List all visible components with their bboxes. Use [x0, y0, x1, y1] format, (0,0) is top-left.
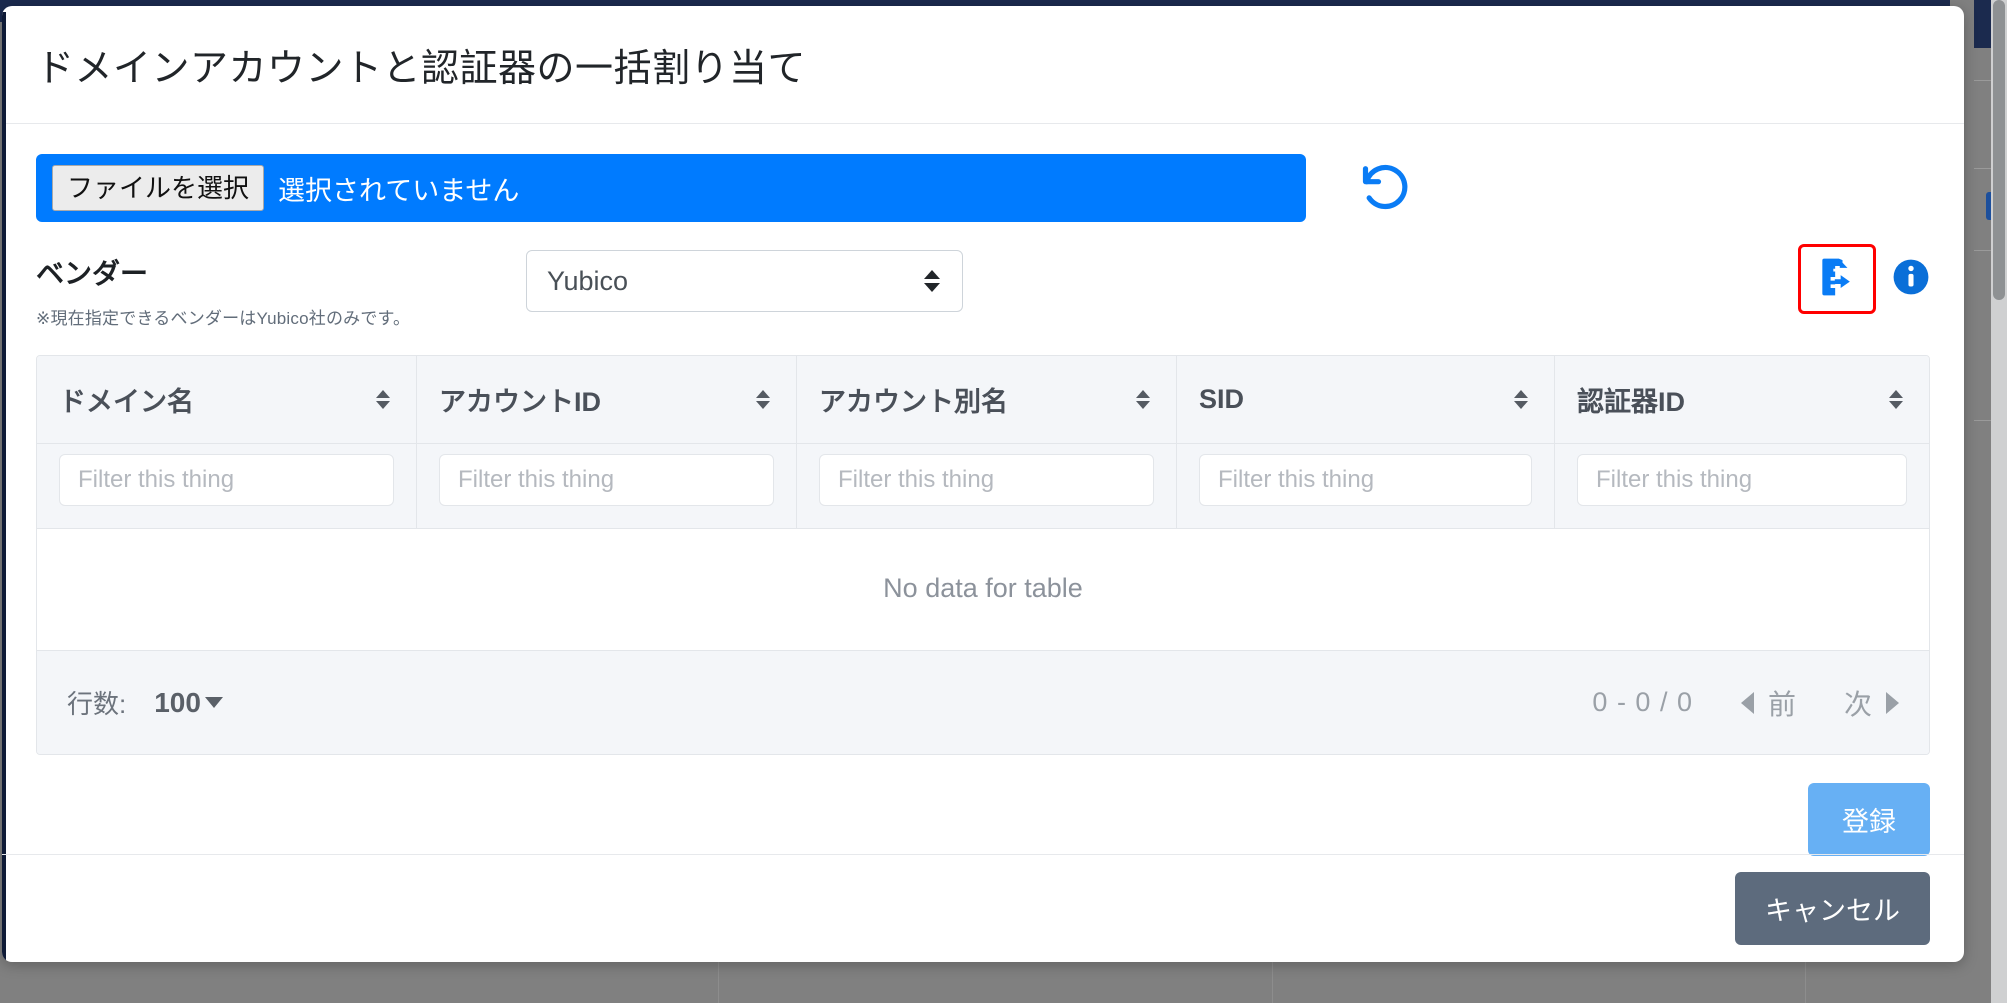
pagination-prev-label: 前 — [1767, 688, 1796, 720]
chevron-right-icon — [1886, 691, 1899, 714]
filter-cell-domain — [37, 444, 417, 528]
table-footer: 行数: 100 0 - 0 / 0 前 次 — [37, 650, 1929, 754]
info-button[interactable] — [1892, 258, 1930, 301]
chevron-down-icon — [204, 697, 223, 708]
rows-per-page-value: 100 — [154, 686, 201, 718]
column-header-label: アカウント別名 — [819, 387, 1008, 417]
file-export-icon — [1815, 255, 1859, 304]
vendor-label-group: ベンダー ※現在指定できるベンダーはYubico社のみです。 — [36, 248, 526, 329]
pagination-prev-button[interactable]: 前 — [1740, 683, 1796, 723]
choose-file-button[interactable]: ファイルを選択 — [52, 164, 265, 212]
pagination-range: 0 - 0 / 0 — [1592, 687, 1693, 717]
bulk-assignment-modal: ドメインアカウントと認証器の一括割り当て ファイルを選択 選択されていません ベ… — [2, 6, 1964, 962]
table-header-row: ドメイン名 アカウントID アカウント別名 SID 認証器ID — [37, 356, 1929, 443]
column-header-label: SID — [1199, 384, 1245, 414]
filter-cell-account-alias — [797, 444, 1177, 528]
reset-button[interactable] — [1352, 155, 1418, 221]
background-column-divider — [1805, 962, 1806, 1003]
background-column-divider — [718, 962, 719, 1003]
submit-row: 登録 — [36, 783, 1930, 856]
filter-input-sid[interactable] — [1199, 454, 1532, 506]
modal-body: ファイルを選択 選択されていません ベンダー ※現在指定できるベンダーはYubi… — [2, 124, 1964, 856]
column-header-domain[interactable]: ドメイン名 — [37, 356, 417, 443]
pagination-next-button[interactable]: 次 — [1844, 683, 1899, 723]
vendor-note: ※現在指定できるベンダーはYubico社のみです。 — [36, 309, 411, 328]
rows-per-page: 行数: 100 — [67, 684, 223, 721]
modal-footer: キャンセル — [2, 854, 1964, 962]
file-status-text: 選択されていません — [278, 175, 520, 206]
column-header-label: ドメイン名 — [59, 387, 194, 417]
filter-input-authenticator-id[interactable] — [1577, 454, 1907, 506]
table-empty-message: No data for table — [37, 528, 1929, 650]
file-upload-row: ファイルを選択 選択されていません — [36, 154, 1930, 222]
vendor-select[interactable]: Yubico — [526, 250, 963, 312]
export-template-button[interactable] — [1798, 244, 1876, 314]
column-header-account-alias[interactable]: アカウント別名 — [797, 356, 1177, 443]
column-header-label: アカウントID — [439, 387, 601, 417]
sort-icon[interactable] — [1889, 390, 1903, 409]
info-circle-icon — [1892, 258, 1930, 301]
sort-icon[interactable] — [1136, 390, 1150, 409]
pagination-next-label: 次 — [1843, 688, 1872, 720]
rows-per-page-select[interactable]: 100 — [154, 687, 223, 719]
cancel-button[interactable]: キャンセル — [1735, 872, 1930, 945]
undo-rotate-icon — [1359, 160, 1411, 217]
sort-icon[interactable] — [756, 390, 770, 409]
background-column-divider — [1272, 962, 1273, 1003]
filter-cell-account-id — [417, 444, 797, 528]
file-input[interactable]: ファイルを選択 選択されていません — [36, 154, 1306, 222]
scrollbar-thumb[interactable] — [1993, 0, 2005, 300]
sort-icon[interactable] — [1514, 390, 1528, 409]
assignment-table: ドメイン名 アカウントID アカウント別名 SID 認証器ID Filter t… — [36, 355, 1930, 755]
column-header-account-id[interactable]: アカウントID — [417, 356, 797, 443]
vendor-actions — [1798, 244, 1930, 314]
chevron-updown-icon — [924, 270, 940, 292]
filter-input-account-id[interactable] — [439, 454, 774, 506]
register-button[interactable]: 登録 — [1808, 783, 1930, 856]
modal-header: ドメインアカウントと認証器の一括割り当て — [2, 6, 1964, 124]
filter-input-domain[interactable] — [59, 454, 394, 506]
page-title: ドメインアカウントと認証器の一括割り当て — [36, 48, 807, 90]
vendor-select-value: Yubico — [547, 265, 629, 296]
filter-cell-sid — [1177, 444, 1555, 528]
rows-per-page-label: 行数: — [67, 689, 127, 719]
column-header-label: 認証器ID — [1577, 387, 1685, 417]
column-header-authenticator-id[interactable]: 認証器ID — [1555, 356, 1929, 443]
vendor-row: ベンダー ※現在指定できるベンダーはYubico社のみです。 Yubico — [36, 244, 1930, 329]
column-header-sid[interactable]: SID — [1177, 356, 1555, 443]
filter-input-account-alias[interactable] — [819, 454, 1154, 506]
sort-icon[interactable] — [376, 390, 390, 409]
page-scrollbar[interactable] — [1991, 0, 2007, 1003]
chevron-left-icon — [1740, 691, 1754, 714]
pagination: 0 - 0 / 0 前 次 — [1592, 683, 1899, 723]
vendor-label: ベンダー — [36, 258, 149, 289]
table-filter-row — [37, 443, 1929, 528]
filter-cell-authenticator-id — [1555, 444, 1929, 528]
